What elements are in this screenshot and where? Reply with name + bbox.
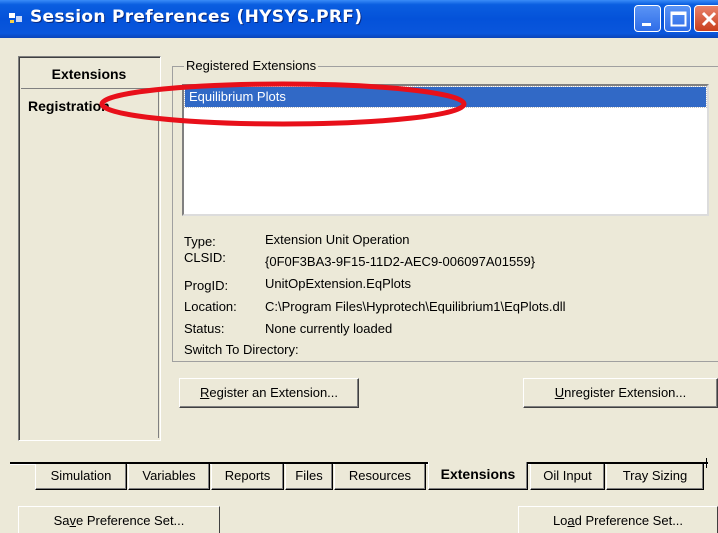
status-value: None currently loaded xyxy=(265,321,393,336)
tab-variables[interactable]: Variables xyxy=(128,464,210,490)
tab-reports[interactable]: Reports xyxy=(211,464,284,490)
tab-extensions[interactable]: Extensions xyxy=(428,462,528,490)
window-title: Session Preferences (HYSYS.PRF) xyxy=(30,7,363,27)
left-nav-item-registration[interactable]: Registration xyxy=(28,98,110,114)
register-extension-button[interactable]: Register an Extension... xyxy=(179,378,359,408)
tab-files[interactable]: Files xyxy=(285,464,333,490)
tab-tray-sizing[interactable]: Tray Sizing xyxy=(606,464,704,490)
load-preference-set-button[interactable]: Load Preference Set... xyxy=(518,506,718,533)
type-value: Extension Unit Operation xyxy=(265,232,410,247)
tab-simulation[interactable]: Simulation xyxy=(35,464,127,490)
location-value: C:\Program Files\Hyprotech\Equilibrium1\… xyxy=(265,299,566,314)
minimize-icon xyxy=(642,23,651,26)
unregister-extension-button[interactable]: Unregister Extension... xyxy=(523,378,718,408)
location-label: Location: xyxy=(184,299,237,314)
tab-oil-input[interactable]: Oil Input xyxy=(530,464,605,490)
clsid-value: {0F0F3BA3-9F15-11D2-AEC9-006097A01559} xyxy=(265,254,536,269)
app-icon xyxy=(9,13,22,23)
switch-directory-label: Switch To Directory: xyxy=(184,342,299,357)
progid-value: UnitOpExtension.EqPlots xyxy=(265,276,411,291)
tab-resources[interactable]: Resources xyxy=(334,464,426,490)
list-item[interactable]: Equilibrium Plots xyxy=(184,86,707,108)
tab-strip-end xyxy=(706,458,718,468)
maximize-button[interactable] xyxy=(664,5,691,32)
left-nav-header[interactable]: Extensions xyxy=(18,61,160,88)
save-preference-set-button[interactable]: Save Preference Set... xyxy=(18,506,220,533)
extensions-listbox[interactable]: Equilibrium Plots xyxy=(182,84,709,216)
clsid-label: CLSID: xyxy=(184,250,226,265)
minimize-button[interactable] xyxy=(634,5,661,32)
status-label: Status: xyxy=(184,321,225,336)
progid-label: ProgID: xyxy=(184,278,229,293)
registered-extensions-label: Registered Extensions xyxy=(184,58,319,73)
maximize-icon xyxy=(670,11,687,27)
close-button[interactable] xyxy=(694,5,718,32)
left-nav-list xyxy=(21,88,159,438)
type-label: Type: xyxy=(184,234,216,249)
close-icon xyxy=(701,11,717,27)
title-bar[interactable]: Session Preferences (HYSYS.PRF) xyxy=(0,0,718,38)
